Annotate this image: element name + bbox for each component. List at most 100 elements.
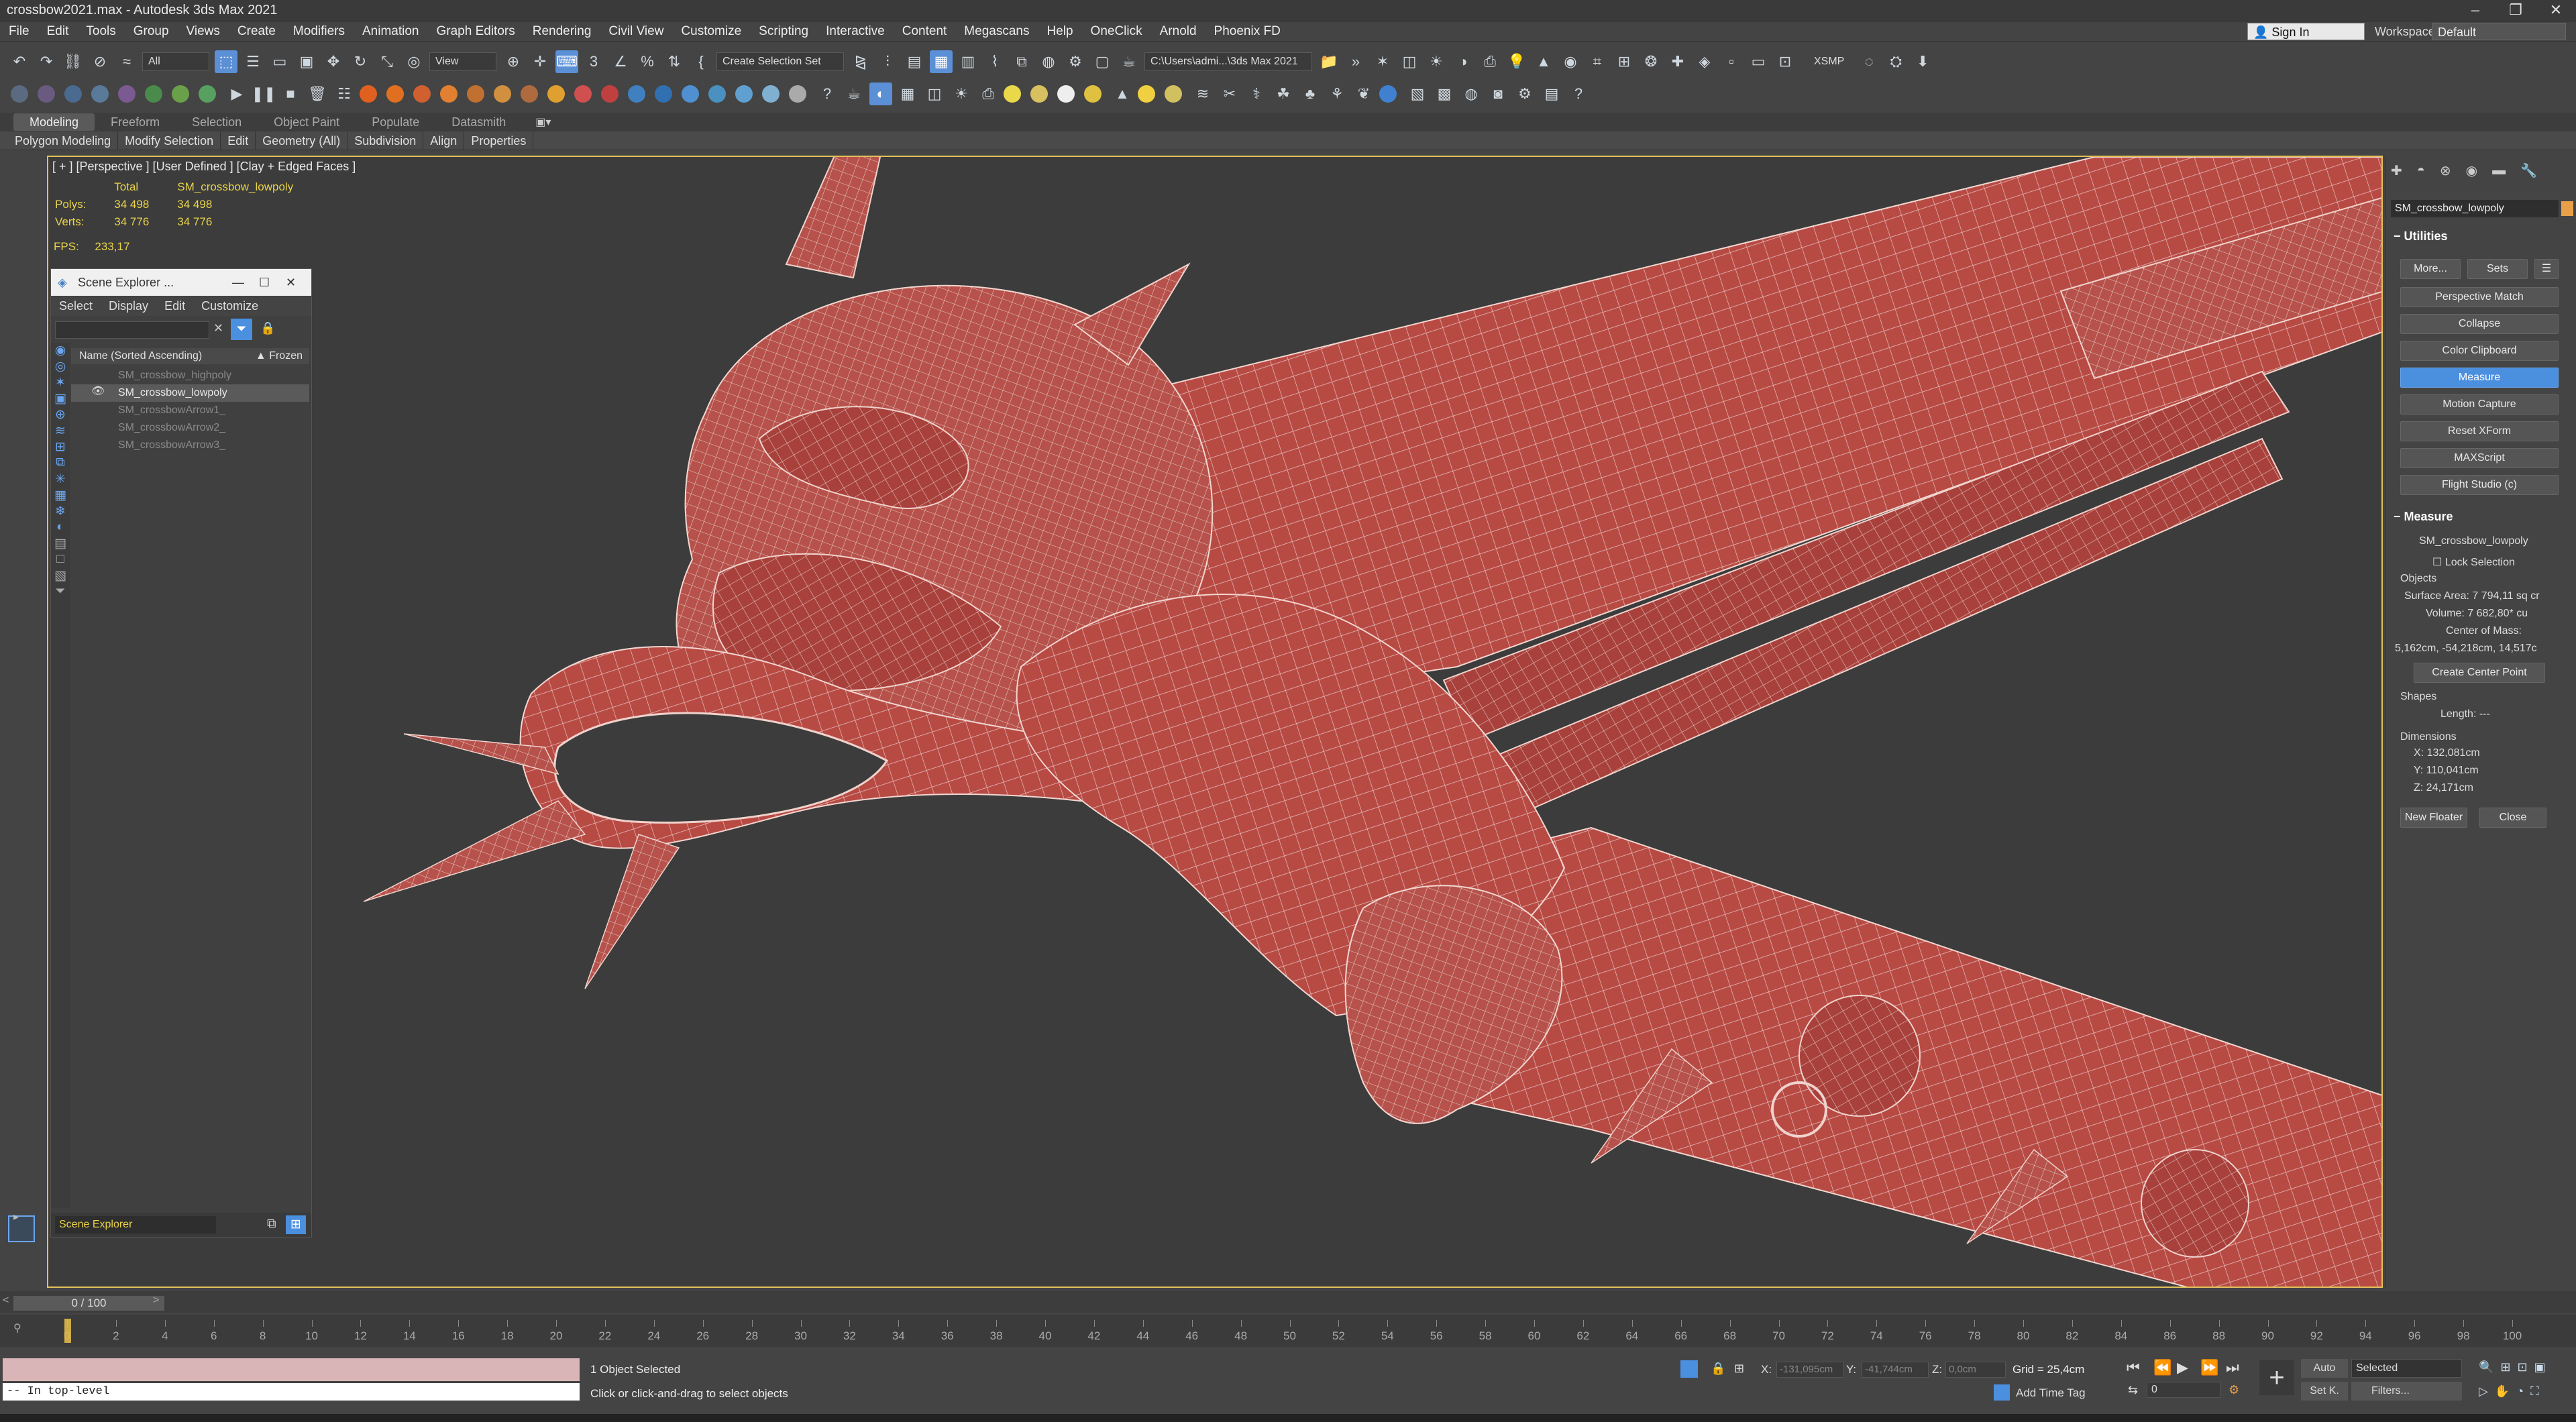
reset-xform-button[interactable]: Reset XForm xyxy=(2400,421,2559,441)
scene-menu-display[interactable]: Display xyxy=(101,296,156,316)
close-panel-icon[interactable]: ✕ xyxy=(286,269,296,296)
menu-content[interactable]: Content xyxy=(894,21,956,42)
rect-selection-icon[interactable]: ▭ xyxy=(268,50,291,73)
key-filters-button[interactable]: Filters... xyxy=(2351,1382,2462,1401)
render-icon[interactable]: ▦ xyxy=(896,83,919,105)
z-coord-field[interactable]: 0,0cm xyxy=(1945,1362,2006,1378)
display-groups-icon[interactable]: ⊞ xyxy=(51,439,70,455)
window-crossing-icon[interactable]: ▣ xyxy=(295,50,318,73)
minimize-panel-icon[interactable]: — xyxy=(232,269,244,296)
select-manipulate-icon[interactable]: ✛ xyxy=(529,50,551,73)
active-shade-icon[interactable]: ◐ xyxy=(869,83,892,105)
menu-group[interactable]: Group xyxy=(125,21,178,42)
scene-item-selected[interactable]: SM_crossbow_lowpoly xyxy=(71,384,309,402)
display-all-icon[interactable]: ▤ xyxy=(51,536,70,552)
maxscript-listener-output[interactable] xyxy=(3,1358,580,1381)
settings-icon[interactable]: ⚙ xyxy=(1513,83,1536,105)
pan-icon[interactable]: ✋ xyxy=(2495,1384,2510,1399)
slider-next-icon[interactable]: > xyxy=(153,1295,159,1307)
display-tab-icon[interactable]: ▬ xyxy=(2492,163,2506,178)
torus-icon[interactable] xyxy=(91,85,109,103)
selection-lock-icon[interactable]: 🔒 xyxy=(1711,1362,1725,1376)
foam-icon[interactable] xyxy=(521,85,538,103)
layout-icon[interactable]: ⊡ xyxy=(1774,50,1796,73)
x-coord-field[interactable]: -131,095cm xyxy=(1776,1362,1843,1378)
cloud-icon[interactable] xyxy=(789,85,806,103)
plant-icon[interactable]: ❦ xyxy=(1352,83,1375,105)
menu-megascans[interactable]: Megascans xyxy=(955,21,1038,42)
explorer-name-dropdown[interactable]: Scene Explorer xyxy=(55,1216,216,1234)
display-containers-icon[interactable]: ▦ xyxy=(51,488,70,504)
grass-icon[interactable]: ⚘ xyxy=(1326,83,1348,105)
scene-item[interactable]: SM_crossbowArrow3_ xyxy=(71,437,309,454)
isolate-selection-icon[interactable] xyxy=(1680,1360,1698,1378)
helper-icon[interactable]: ⊞ xyxy=(1613,50,1635,73)
rendered-frame-window-icon[interactable]: ▢ xyxy=(1091,50,1114,73)
menu-edit[interactable]: Edit xyxy=(38,21,78,42)
project-folder-icon[interactable]: 📁 xyxy=(1318,50,1340,73)
create-tab-icon[interactable]: ✚ xyxy=(2391,162,2402,179)
y-coord-field[interactable]: -41,744cm xyxy=(1862,1362,1929,1378)
tab-datasmith[interactable]: Datasmith xyxy=(435,113,522,131)
maxscript-mini-listener[interactable]: -- In top-level xyxy=(3,1383,580,1401)
edit-named-selection-icon[interactable]: { xyxy=(690,50,712,73)
display-lights-icon[interactable]: ✶ xyxy=(51,375,70,391)
pivot-center-icon[interactable]: ⊕ xyxy=(502,50,525,73)
display-shapes-icon[interactable]: ◎ xyxy=(51,359,70,375)
filter-funnel-icon[interactable]: ⏷ xyxy=(51,584,70,600)
set-key-icon[interactable]: + xyxy=(2259,1360,2294,1395)
sync-icon[interactable]: ◌ xyxy=(1858,50,1880,73)
perspective-viewport[interactable] xyxy=(47,156,2383,1288)
link-icon[interactable]: ⛓ xyxy=(62,50,85,73)
go-to-end-icon[interactable]: ⏭ xyxy=(2226,1359,2239,1376)
zoom-extents-all-icon[interactable]: ▣ xyxy=(2534,1360,2546,1374)
scene-item[interactable]: SM_crossbow_highpoly xyxy=(71,367,309,384)
reference-coordinate-dropdown[interactable]: View xyxy=(429,52,496,71)
play-animation-icon[interactable]: ▶ xyxy=(2177,1359,2188,1376)
select-rotate-icon[interactable]: ↻ xyxy=(349,50,372,73)
menu-file[interactable]: File xyxy=(0,21,38,42)
particle-icon[interactable] xyxy=(467,85,484,103)
menu-modifiers[interactable]: Modifiers xyxy=(284,21,354,42)
toggle-layer-explorer-icon[interactable]: ▦ xyxy=(930,50,953,73)
scatter-icon[interactable]: ☘ xyxy=(1272,83,1295,105)
key-mode-icon[interactable]: ⇆ xyxy=(2128,1383,2138,1397)
maximize-panel-icon[interactable]: ☐ xyxy=(259,269,270,296)
set-key-button[interactable]: Set K. xyxy=(2301,1382,2348,1401)
batch-icon[interactable]: ▤ xyxy=(1540,83,1563,105)
fire-icon[interactable] xyxy=(601,85,619,103)
orbit-icon[interactable]: ◔ xyxy=(2516,1384,2524,1399)
menu-tools[interactable]: Tools xyxy=(77,21,124,42)
current-frame-field[interactable]: 0 xyxy=(2147,1382,2220,1398)
collapse-button[interactable]: Collapse xyxy=(2400,314,2559,334)
preview-icon[interactable]: ▭ xyxy=(1747,50,1770,73)
scene-item[interactable]: SM_crossbowArrow2_ xyxy=(71,419,309,437)
close-measure-button[interactable]: Close xyxy=(2479,808,2546,828)
menu-interactive[interactable]: Interactive xyxy=(817,21,894,42)
vray-material-icon[interactable]: ▩ xyxy=(1433,83,1456,105)
add-time-tag[interactable]: Add Time Tag xyxy=(2016,1386,2086,1400)
angle-snap-icon[interactable]: ∠ xyxy=(609,50,632,73)
time-config-icon[interactable]: ⚙ xyxy=(2229,1383,2239,1397)
menu-arnold[interactable]: Arnold xyxy=(1151,21,1205,42)
menu-civil-view[interactable]: Civil View xyxy=(600,21,672,42)
menu-customize[interactable]: Customize xyxy=(672,21,750,42)
key-filter-dropdown[interactable]: Selected xyxy=(2351,1359,2462,1378)
measure-rollout-title[interactable]: − Measure xyxy=(2394,510,2453,524)
current-frame-marker[interactable] xyxy=(64,1319,71,1343)
environment-icon[interactable]: ❂ xyxy=(1640,50,1662,73)
help-icon[interactable]: ? xyxy=(816,83,839,105)
create-light-icon[interactable]: ✶ xyxy=(1371,50,1394,73)
track-bar[interactable]: 0246810121416182022242628303234363840424… xyxy=(0,1315,2576,1347)
menu-help[interactable]: Help xyxy=(1038,21,1081,42)
utilities-tab-icon[interactable]: 🔧 xyxy=(2520,162,2537,179)
scene-explorer-header[interactable]: ◈ Scene Explorer ... — ☐ ✕ xyxy=(51,269,311,296)
frozen-column-header[interactable]: ▲ Frozen xyxy=(256,348,309,364)
material-editor-icon[interactable]: ◍ xyxy=(1037,50,1060,73)
tab-populate[interactable]: Populate xyxy=(356,113,435,131)
percent-snap-icon[interactable]: % xyxy=(636,50,659,73)
menu-phoenix-fd[interactable]: Phoenix FD xyxy=(1205,21,1289,42)
place-icon[interactable]: ◎ xyxy=(402,50,425,73)
slider-prev-icon[interactable]: < xyxy=(3,1295,9,1307)
hierarchy-icon[interactable]: ⊞ xyxy=(286,1215,306,1234)
